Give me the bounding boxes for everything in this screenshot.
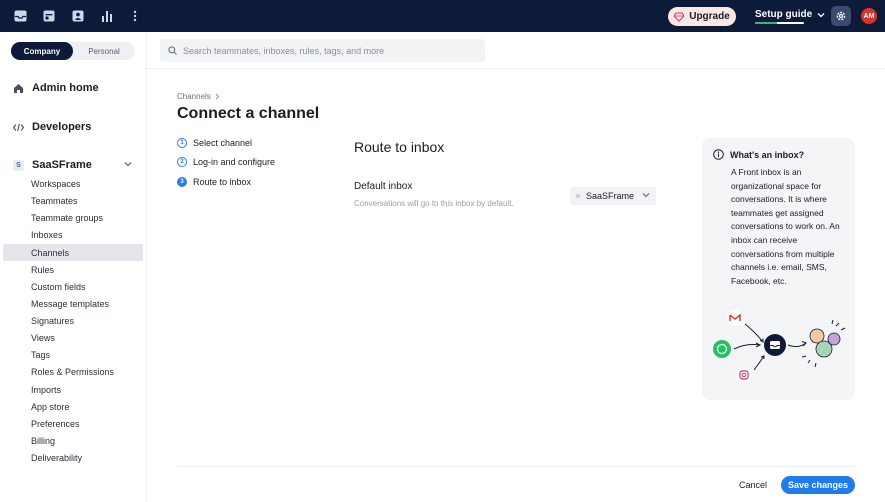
info-card: What's an inbox? A Front inbox is an org… [702,138,855,400]
cancel-button[interactable]: Cancel [731,476,775,494]
company-personal-toggle: Company Personal [11,42,135,60]
upgrade-label: Upgrade [689,11,730,22]
info-card-body: A Front inbox is an organizational space… [731,167,840,286]
selected-inbox: SaaSFrame [586,191,635,201]
sidebar-item-inboxes[interactable]: Inboxes [3,226,143,243]
top-bar: Upgrade Setup guide AM [0,0,885,32]
sidebar-item-teammates[interactable]: Teammates [3,192,143,209]
step-label: Log-in and configure [193,157,276,167]
code-icon [13,122,24,133]
inbox-dot-icon [576,194,580,198]
workspace-name: SaaSFrame [32,159,92,171]
inbox-icon[interactable] [13,9,27,23]
info-icon [713,149,724,160]
instagram-icon [736,367,752,383]
chevron-down-icon [817,12,825,17]
toggle-company[interactable]: Company [11,42,73,60]
contacts-icon[interactable] [71,9,85,23]
nav-admin-home[interactable]: Admin home [13,82,99,94]
sidebar-item-custom-fields[interactable]: Custom fields [3,278,143,295]
home-icon [13,83,24,94]
step-label: Route to inbox [193,177,252,187]
default-inbox-help: Conversations will go to this inbox by d… [354,199,514,208]
sidebar-item-app-store[interactable]: App store [3,398,143,415]
default-inbox-select[interactable]: SaaSFrame [570,187,656,205]
section-title: Route to inbox [354,139,445,155]
more-icon[interactable] [128,9,142,23]
inbox-illustration [713,310,846,383]
info-card-title: What's an inbox? [730,149,805,160]
step-number: 1 [177,138,187,148]
nav-workspace[interactable]: S SaaSFrame [13,159,143,171]
gear-icon [836,11,846,21]
step-number: 2 [177,157,187,167]
nav-developers-label: Developers [32,121,92,133]
gem-icon [674,12,685,22]
sidebar-item-preferences[interactable]: Preferences [3,415,143,432]
analytics-icon[interactable] [100,9,114,23]
sidebar-item-tags[interactable]: Tags [3,346,143,363]
page-title: Connect a channel [177,105,320,122]
breadcrumb-channels[interactable]: Channels [177,92,211,101]
chevron-right-icon [215,93,220,100]
sidebar-item-rules[interactable]: Rules [3,261,143,278]
chevron-down-icon [642,193,650,198]
header-divider [147,68,885,69]
chevron-down-icon[interactable] [124,161,132,167]
calendar-icon[interactable] [42,9,56,23]
setup-guide-button[interactable]: Setup guide [755,9,825,20]
sidebar-item-channels[interactable]: Channels [3,244,143,261]
sidebar-item-billing[interactable]: Billing [3,432,143,449]
sidebar-item-signatures[interactable]: Signatures [3,312,143,329]
setup-progress-fill [755,22,778,24]
sidebar-item-message-templates[interactable]: Message templates [3,295,143,312]
sidebar-item-roles-permissions[interactable]: Roles & Permissions [3,363,143,380]
step-route-to-inbox[interactable]: 3 Route to inbox [177,177,251,187]
sidebar-item-teammate-groups[interactable]: Teammate groups [3,209,143,226]
whatsapp-icon [713,340,731,358]
sidebar-item-views[interactable]: Views [3,329,143,346]
step-number: 3 [177,177,187,187]
step-select-channel[interactable]: 1 Select channel [177,138,252,148]
search-input[interactable] [183,45,473,56]
avatar[interactable]: AM [861,8,877,24]
teammate-avatar [827,332,841,346]
step-label: Select channel [193,138,253,148]
sidebar-item-workspaces[interactable]: Workspaces [3,175,143,192]
sidebar-item-imports[interactable]: Imports [3,381,143,398]
settings-button[interactable] [831,6,851,26]
workspace-badge: S [13,159,24,171]
setup-guide-label: Setup guide [755,9,813,20]
nav-developers[interactable]: Developers [13,121,91,133]
breadcrumb: Channels [177,92,220,101]
step-login-configure[interactable]: 2 Log-in and configure [177,157,275,167]
save-changes-button[interactable]: Save changes [781,476,855,494]
nav-admin-home-label: Admin home [32,82,99,94]
toggle-personal[interactable]: Personal [73,42,135,60]
upgrade-button[interactable]: Upgrade [668,7,736,26]
info-card-header: What's an inbox? [713,149,804,160]
default-inbox-label: Default inbox [354,181,413,192]
setup-progress-bar [755,22,804,24]
search-icon [168,46,177,55]
search-bar [160,39,485,62]
sidebar: Company Personal Admin home Developers S… [0,32,147,502]
footer-divider [177,466,855,467]
sidebar-item-deliverability[interactable]: Deliverability [3,449,143,466]
